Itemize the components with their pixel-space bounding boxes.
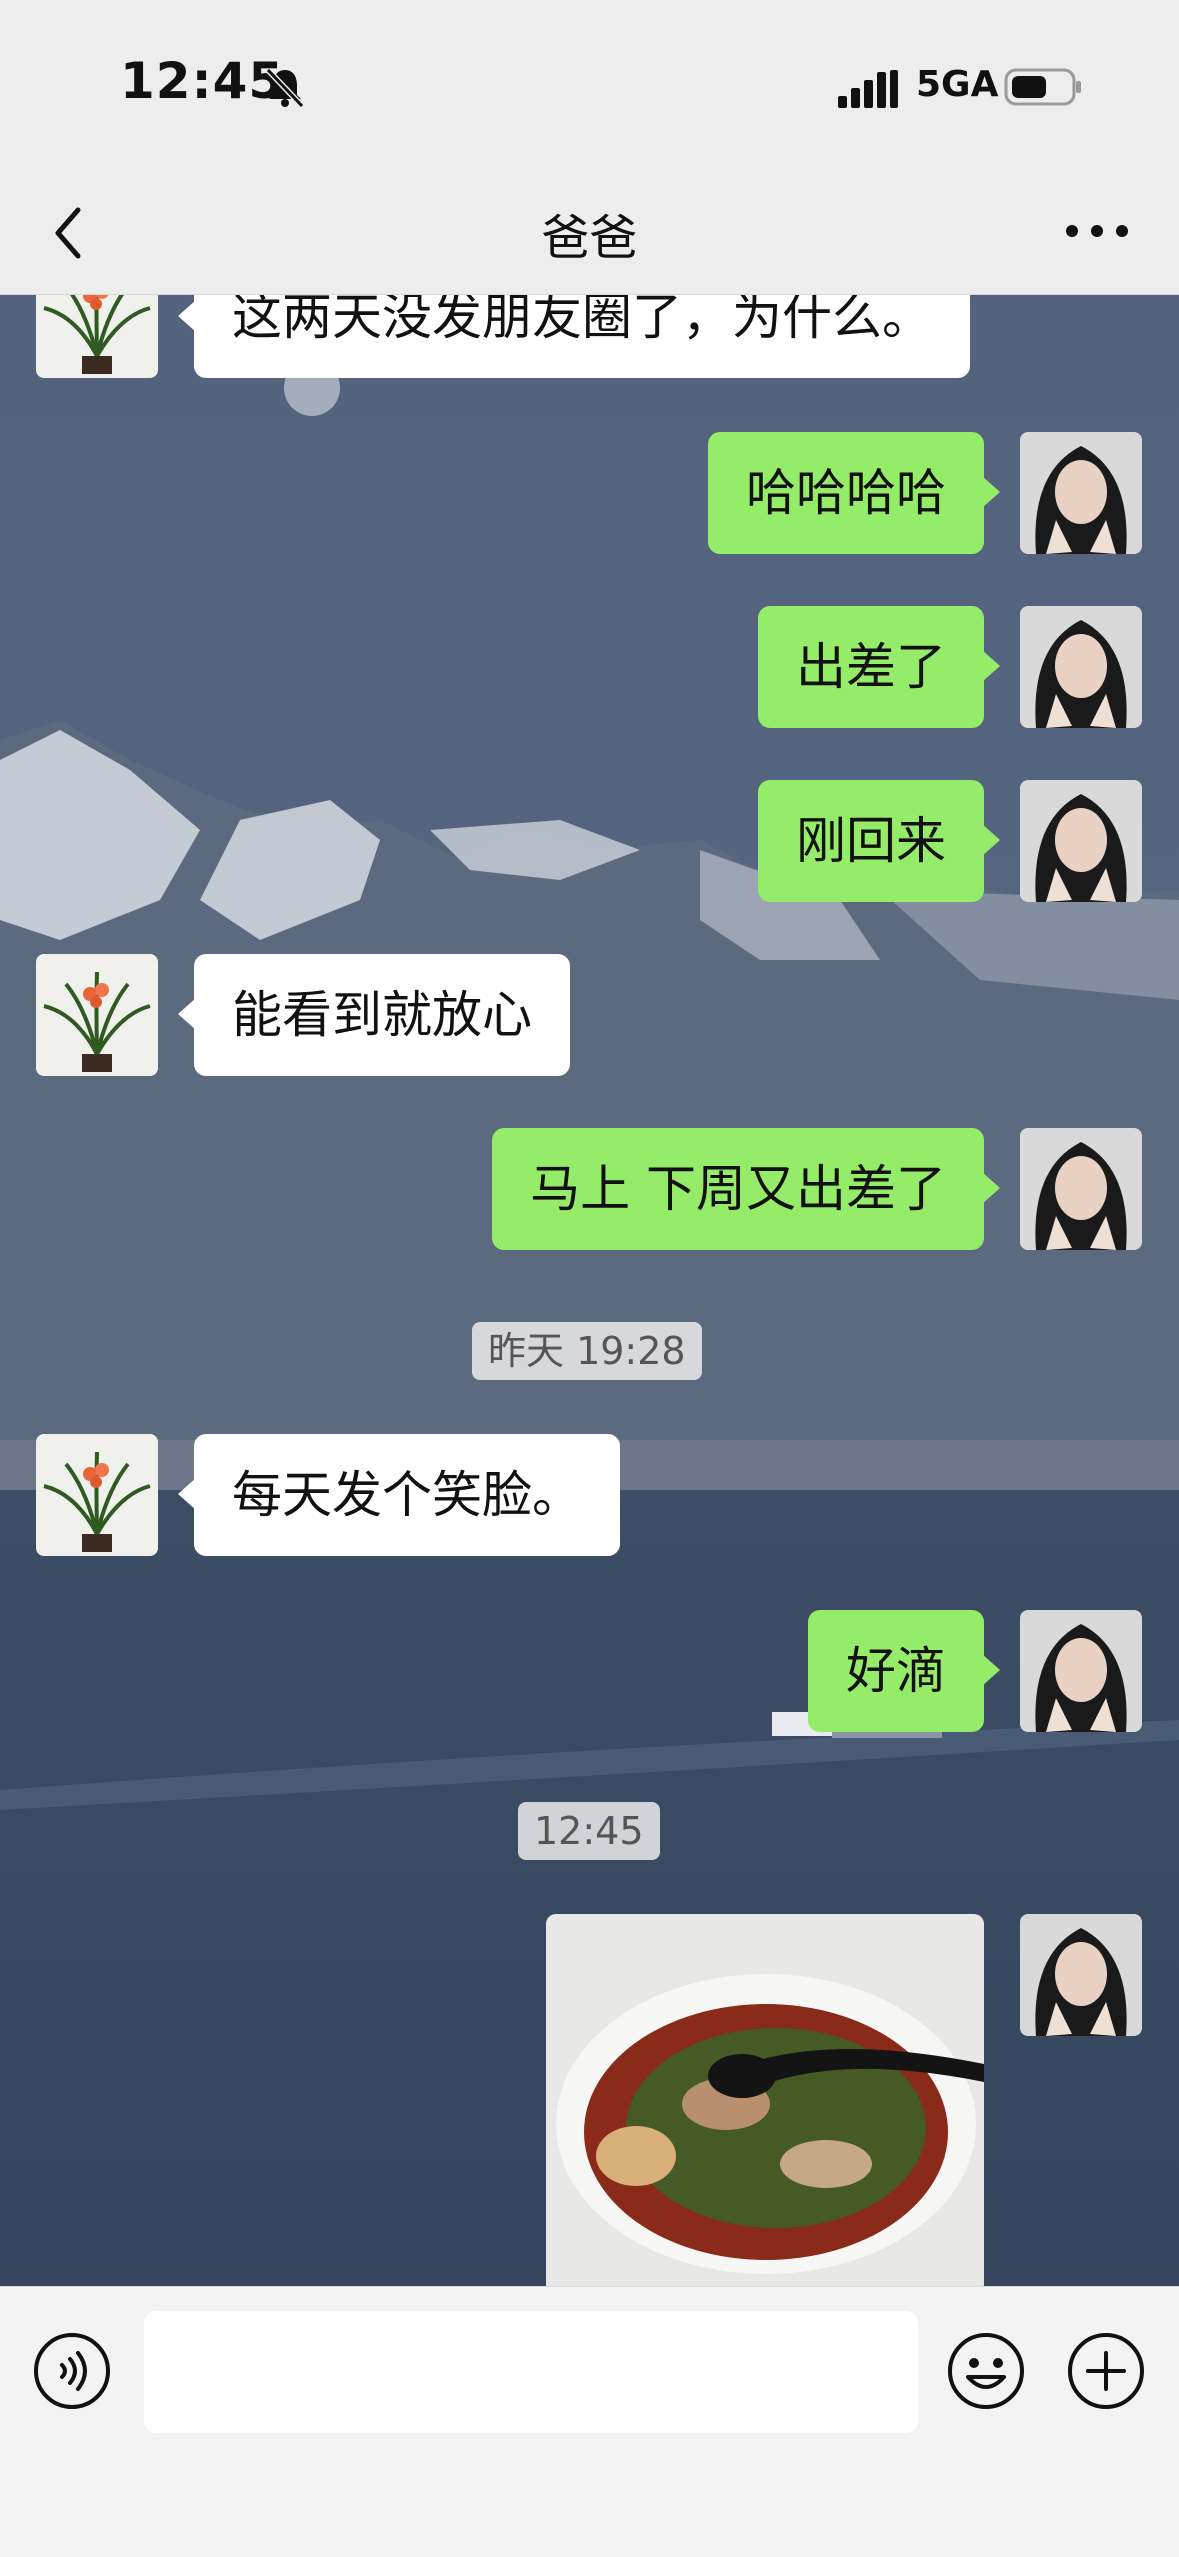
- message-timestamp: 12:45: [518, 1802, 660, 1860]
- contact-avatar[interactable]: [36, 954, 158, 1076]
- message-input[interactable]: [144, 2311, 918, 2433]
- contact-avatar[interactable]: [36, 1434, 158, 1556]
- outgoing-message[interactable]: 刚回来: [758, 780, 1000, 902]
- outgoing-message[interactable]: 马上 下周又出差了: [492, 1128, 1000, 1250]
- voice-icon[interactable]: [32, 2331, 112, 2411]
- message-timestamp: 昨天 19:28: [472, 1322, 702, 1380]
- noodle-soup-photo: [546, 1914, 984, 2286]
- message-list[interactable]: 这两天没发朋友圈了，为什么。 哈哈哈哈 出差了 刚回来 能看到就放心 马上 下周…: [0, 294, 1179, 2286]
- status-bar: 12:45 5GA: [0, 0, 1179, 170]
- my-avatar[interactable]: [1020, 606, 1142, 728]
- bell-muted-icon: [265, 67, 305, 109]
- incoming-message[interactable]: 每天发个笑脸。: [178, 1434, 620, 1556]
- status-time: 12:45: [120, 52, 285, 110]
- my-avatar[interactable]: [1020, 432, 1142, 554]
- more-icon[interactable]: [1062, 206, 1132, 256]
- outgoing-message[interactable]: 出差了: [758, 606, 1000, 728]
- plus-icon[interactable]: [1066, 2331, 1146, 2411]
- input-bar: [0, 2286, 1179, 2557]
- incoming-message[interactable]: 能看到就放心: [178, 954, 570, 1076]
- portrait-avatar-icon: [1020, 606, 1142, 728]
- my-avatar[interactable]: [1020, 1914, 1142, 2036]
- chat-header: 爸爸: [0, 170, 1179, 295]
- outgoing-message[interactable]: 好滴: [808, 1610, 1000, 1732]
- my-avatar[interactable]: [1020, 1128, 1142, 1250]
- chat-title: 爸爸: [541, 210, 638, 266]
- image-message[interactable]: [546, 1914, 984, 2286]
- network-type: 5GA: [916, 64, 999, 105]
- my-avatar[interactable]: [1020, 780, 1142, 902]
- outgoing-message[interactable]: 哈哈哈哈: [708, 432, 1000, 554]
- emoji-icon[interactable]: [946, 2331, 1026, 2411]
- plant-avatar-icon: [36, 294, 158, 378]
- plant-avatar-icon: [36, 954, 158, 1076]
- incoming-message[interactable]: 这两天没发朋友圈了，为什么。: [178, 294, 970, 378]
- contact-avatar[interactable]: [36, 294, 158, 378]
- portrait-avatar-icon: [1020, 1914, 1142, 2036]
- plant-avatar-icon: [36, 1434, 158, 1556]
- portrait-avatar-icon: [1020, 1128, 1142, 1250]
- battery-icon: [1004, 68, 1081, 106]
- portrait-avatar-icon: [1020, 780, 1142, 902]
- signal-icon: [838, 70, 898, 108]
- my-avatar[interactable]: [1020, 1610, 1142, 1732]
- portrait-avatar-icon: [1020, 1610, 1142, 1732]
- portrait-avatar-icon: [1020, 432, 1142, 554]
